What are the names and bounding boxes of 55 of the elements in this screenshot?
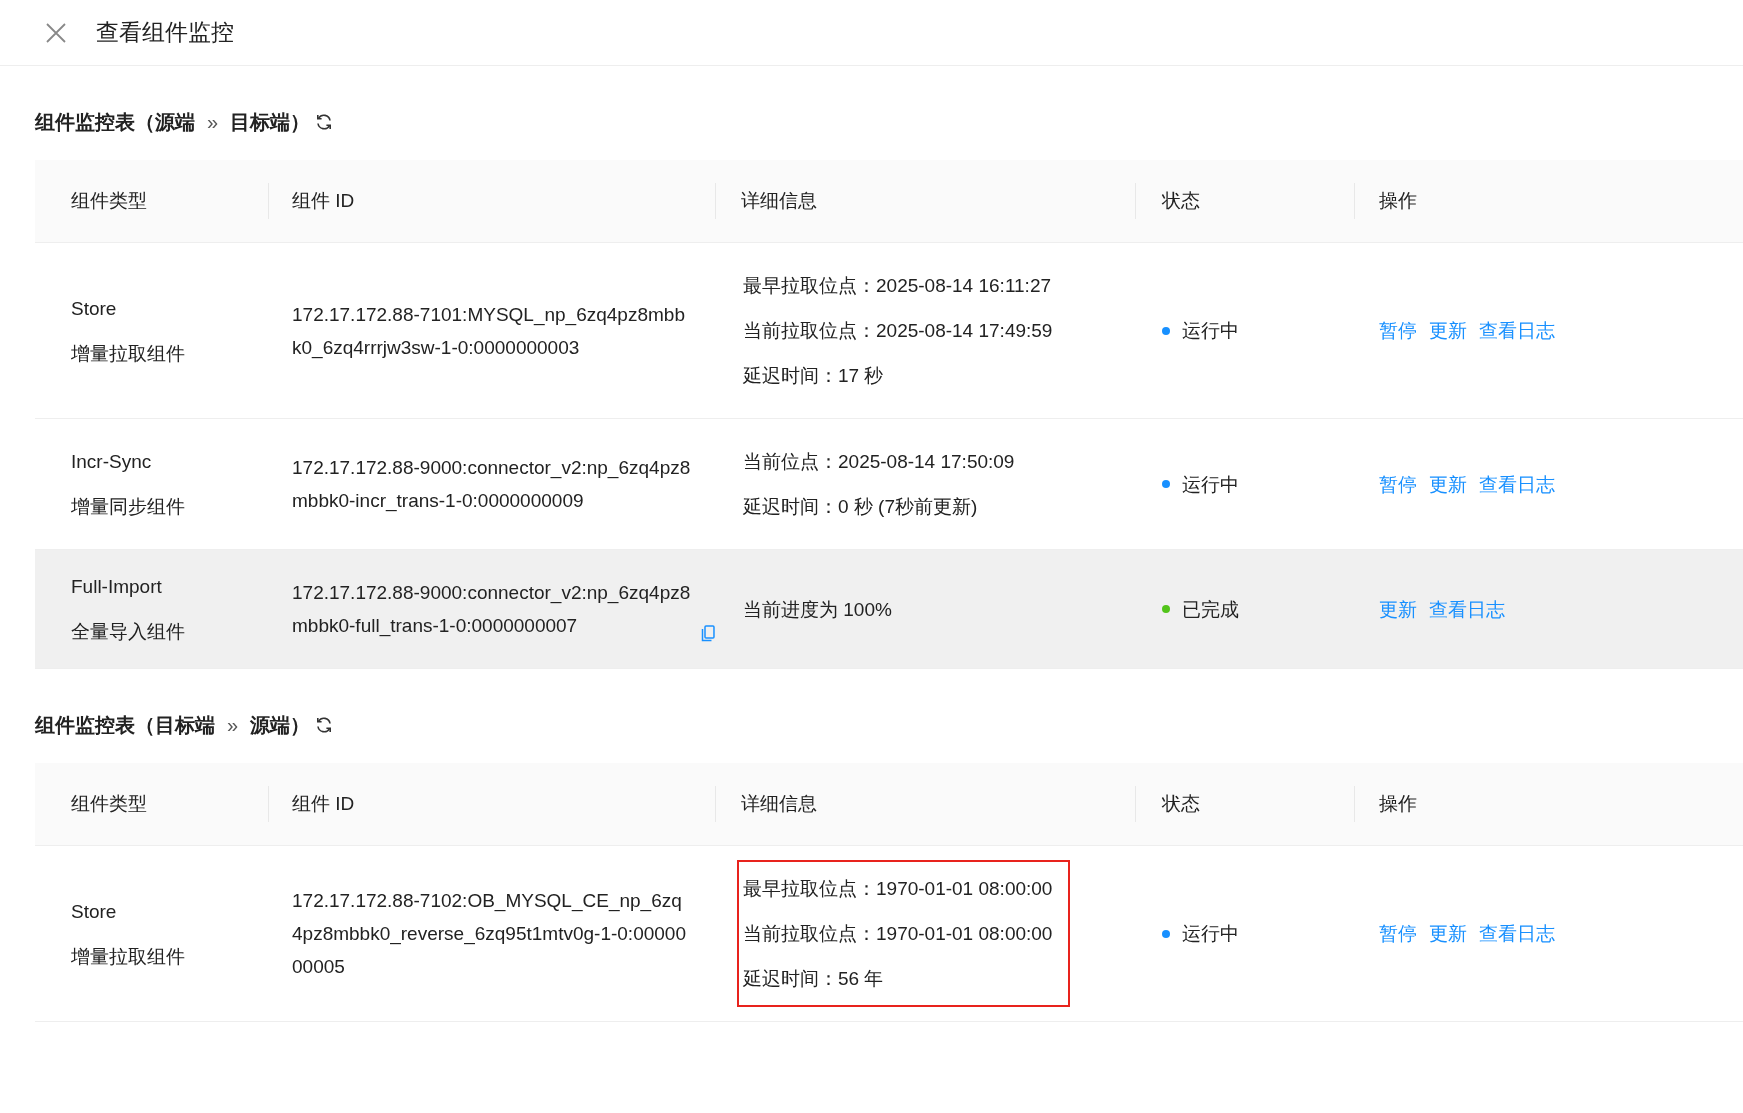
status-text: 运行中: [1182, 319, 1239, 343]
action-link[interactable]: 更新: [1429, 308, 1467, 353]
column-header: 组件 ID: [268, 763, 715, 846]
column-header: 组件类型: [35, 763, 268, 846]
action-link[interactable]: 暂停: [1379, 308, 1417, 353]
action-link[interactable]: 更新: [1429, 461, 1467, 507]
component-id: 172.17.172.88-9000:connector_v2:np_6zq4pz8mbbk0-incr_trans-1-0:0000000009: [292, 456, 692, 514]
double-chevron-separator: »: [227, 713, 239, 737]
detail-line: 当前拉取位点：1970-01-01 08:00:00: [743, 922, 1053, 946]
column-header: 详细信息: [715, 160, 1135, 243]
component-type: Store: [71, 296, 118, 321]
component-type-description: 增量同步组件: [71, 495, 186, 519]
detail-line: 延迟时间：17 秒: [743, 364, 885, 388]
action-link[interactable]: 查看日志: [1479, 461, 1555, 507]
component-type-description: 全量导入组件: [71, 620, 186, 644]
action-link[interactable]: 查看日志: [1479, 308, 1555, 353]
column-header: 操作: [1354, 160, 1743, 243]
section-title: 源端）: [250, 712, 311, 738]
close-icon[interactable]: [46, 22, 66, 43]
component-id: 172.17.172.88-7101:MYSQL_np_6zq4pz8mbbk0_6zq4rrrjw3sw-1-0:0000000003: [292, 302, 686, 361]
detail-line: 延迟时间：0 秒 (7秒前更新): [743, 495, 979, 519]
section-title: 目标端）: [230, 109, 311, 135]
detail-line: 当前位点：2025-08-14 17:50:09: [743, 450, 1015, 474]
column-header: 组件 ID: [268, 160, 715, 243]
component-type: Full-Import: [71, 575, 163, 599]
action-link[interactable]: 查看日志: [1479, 911, 1555, 956]
column-header: 组件类型: [35, 160, 268, 243]
detail-line: 当前进度为 100%: [743, 597, 892, 622]
column-header: 详细信息: [715, 763, 1135, 846]
action-link[interactable]: 暂停: [1379, 461, 1417, 507]
action-link[interactable]: 暂停: [1379, 911, 1417, 956]
detail-line: 最早拉取位点：1970-01-01 08:00:00: [743, 877, 1053, 901]
component-type: Store: [71, 899, 118, 924]
component-type: Incr-Sync: [71, 450, 153, 474]
detail-line: 延迟时间：56 年: [743, 967, 885, 991]
action-link[interactable]: 更新: [1379, 586, 1417, 632]
column-header: 状态: [1135, 763, 1354, 846]
component-id: 172.17.172.88-9000:connector_v2:np_6zq4pz8mbbk0-full_trans-1-0:0000000007: [292, 581, 692, 639]
component-type-description: 增量拉取组件: [71, 341, 186, 366]
component-type-description: 增量拉取组件: [71, 944, 186, 969]
status-text: 已完成: [1182, 597, 1239, 622]
copy-icon[interactable]: [701, 625, 715, 642]
detail-line: 当前拉取位点：2025-08-14 17:49:59: [743, 319, 1053, 343]
double-chevron-separator: »: [207, 110, 219, 134]
detail-line: 最早拉取位点：2025-08-14 16:11:27: [743, 274, 1053, 298]
section-title: 组件监控表（源端: [35, 109, 195, 135]
section-title: 组件监控表（目标端: [35, 712, 215, 738]
column-header: 操作: [1354, 763, 1743, 846]
component-id: 172.17.172.88-7102:OB_MYSQL_CE_np_6zq4pz8mbbk0_reverse_6zq95t1mtv0g-1-0:0000000005: [292, 889, 687, 979]
action-link[interactable]: 查看日志: [1429, 586, 1505, 632]
status-text: 运行中: [1182, 472, 1239, 497]
column-header: 状态: [1135, 160, 1354, 243]
action-link[interactable]: 更新: [1429, 911, 1467, 956]
dialog-title: 查看组件监控: [96, 18, 234, 47]
status-text: 运行中: [1182, 922, 1239, 946]
